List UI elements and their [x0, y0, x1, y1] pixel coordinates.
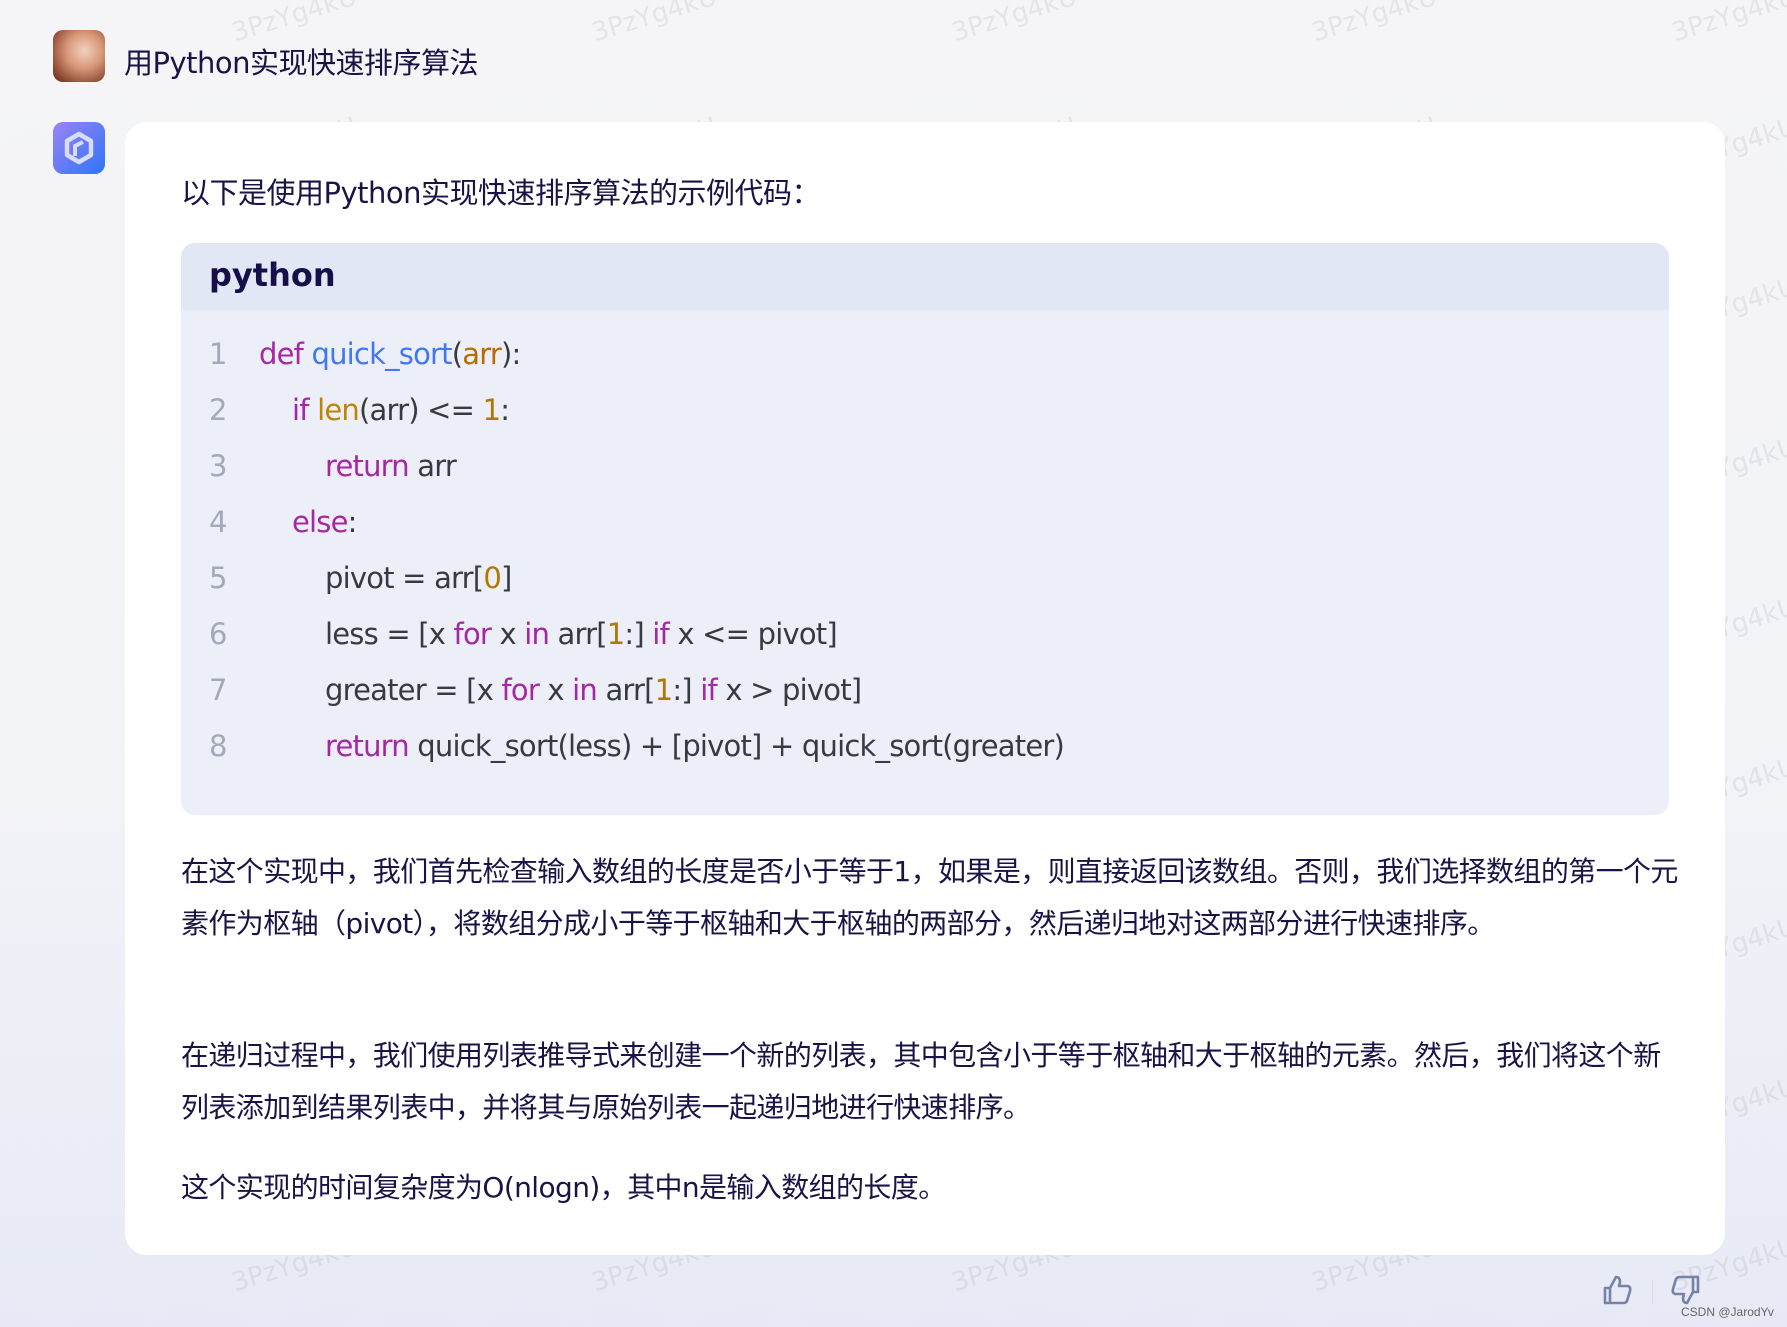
user-question: 用Python实现快速排序算法 [124, 46, 479, 80]
code-token: pivot = arr[ [325, 561, 484, 595]
code-token: less = [x [325, 617, 454, 651]
watermark-text: 3PzYg4kU [948, 0, 1081, 49]
line-number: 5 [209, 561, 227, 595]
code-token: (arr) <= [358, 393, 483, 427]
watermark-text: 3PzYg4kU [1668, 0, 1787, 49]
answer-paragraph: 这个实现的时间复杂度为O(nlogn)，其中n是输入数组的长度。 [181, 1171, 946, 1204]
code-text: return quick_sort(less) + [pivot] + quic… [325, 718, 1065, 774]
thumbs-up-button[interactable] [1601, 1273, 1635, 1307]
line-number: 1 [209, 337, 227, 371]
code-text: greater = [x for x in arr[1:] if x > piv… [325, 662, 862, 718]
code-token: return [325, 449, 418, 483]
code-token: return [325, 729, 418, 763]
code-token: for [501, 673, 548, 707]
code-token: quick_sort [311, 337, 452, 371]
code-token: : [347, 505, 358, 539]
watermark-text: 3PzYg4kU [588, 0, 721, 49]
code-token: x > pivot] [725, 673, 862, 707]
code-token: in [572, 673, 606, 707]
code-token: 0 [483, 561, 501, 595]
code-language-label: python [181, 243, 1669, 310]
code-text: return arr [325, 438, 457, 494]
line-number: 2 [209, 393, 227, 427]
code-token: for [453, 617, 500, 651]
code-text: pivot = arr[0] [325, 550, 512, 606]
answer-paragraph: 在递归过程中，我们使用列表推导式来创建一个新的列表，其中包含小于等于枢轴和大于枢… [181, 1039, 1661, 1124]
code-text: if len(arr) <= 1: [292, 382, 510, 438]
code-token: ( [451, 337, 463, 371]
line-number: 6 [209, 617, 227, 651]
code-token: len [317, 393, 360, 427]
user-avatar [53, 30, 105, 82]
cube-logo-icon [64, 131, 94, 165]
code-token: 1 [606, 617, 625, 651]
code-token: x [547, 673, 573, 707]
code-token: :] [624, 617, 653, 651]
code-token: if [700, 673, 726, 707]
line-number: 7 [209, 673, 227, 707]
code-token: : [500, 393, 510, 427]
code-token: x <= pivot] [677, 617, 837, 651]
feedback-divider [1652, 1280, 1653, 1304]
code-token: 1 [482, 393, 501, 427]
line-number: 3 [209, 449, 227, 483]
code-text: else: [292, 494, 357, 550]
code-token: ] [500, 561, 512, 595]
code-token: quick_sort(less) + [pivot] + quick_sort(… [417, 729, 1065, 763]
answer-paragraph: 在这个实现中，我们首先检查输入数组的长度是否小于等于1，如果是，则直接返回该数组… [181, 855, 1678, 940]
code-token: arr[ [605, 673, 655, 707]
code-token: arr[ [557, 617, 608, 651]
code-token: :] [672, 673, 701, 707]
thumbs-up-icon [1603, 1275, 1632, 1305]
watermark-text: 3PzYg4kU [1308, 0, 1441, 49]
credit-text: CSDN @JarodYv [1681, 1305, 1774, 1319]
code-token: in [524, 617, 558, 651]
assistant-avatar [53, 122, 105, 174]
code-token: ): [500, 337, 521, 371]
answer-intro: 以下是使用Python实现快速排序算法的示例代码： [181, 176, 821, 210]
code-text: less = [x for x in arr[1:] if x <= pivot… [325, 606, 838, 662]
code-token: greater = [x [325, 673, 502, 707]
code-token: def [259, 337, 312, 371]
code-token: arr [462, 337, 502, 371]
thumbs-down-button[interactable] [1668, 1273, 1702, 1307]
code-token: 1 [654, 673, 673, 707]
thumbs-down-icon [1671, 1275, 1700, 1305]
assistant-answer-card: 以下是使用Python实现快速排序算法的示例代码： python 1 def qu… [125, 122, 1725, 1255]
code-token: if [652, 617, 678, 651]
code-token: x [499, 617, 525, 651]
code-text: def quick_sort(arr): [259, 326, 521, 382]
code-token: arr [417, 449, 457, 483]
code-token: else [292, 505, 348, 539]
line-number: 4 [209, 505, 227, 539]
code-block: python 1 def quick_sort(arr): 2 if len(arr)… [181, 243, 1669, 815]
line-number: 8 [209, 729, 227, 763]
code-token: if [292, 393, 318, 427]
